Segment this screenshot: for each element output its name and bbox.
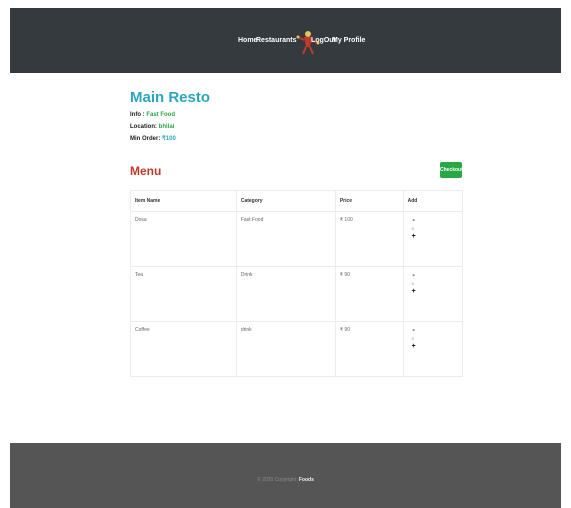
column-header-add: Add xyxy=(402,190,464,212)
quantity-stepper: - 0 + xyxy=(408,327,462,351)
copyright-text: © 2020 Copyright: xyxy=(257,477,298,483)
quantity-stepper: - 0 + xyxy=(408,217,462,241)
item-add-cell: - 0 + xyxy=(402,321,464,377)
column-header-category: Category xyxy=(235,190,336,212)
quantity-stepper: - 0 + xyxy=(408,272,462,296)
item-price-cell: ₹ 100 xyxy=(334,211,404,267)
table-row: Tea Drink ₹ 90 - 0 + xyxy=(130,266,464,322)
table-row: Dosa Fast Food ₹ 100 - 0 + xyxy=(130,211,464,267)
page: Home Restaurants LogOut My Profile Main … xyxy=(0,0,571,508)
item-price-cell: ₹ 90 xyxy=(334,266,404,322)
menu-heading: Menu xyxy=(130,164,162,178)
column-header-item-name: Item Name xyxy=(130,190,237,212)
nav-bar: Home Restaurants LogOut My Profile xyxy=(10,8,561,73)
increment-button[interactable]: + xyxy=(410,343,418,351)
min-order-label: Min Order: xyxy=(130,136,161,142)
nav-profile-link[interactable]: My Profile xyxy=(332,37,365,45)
restaurant-min-order: Min Order: ₹100 xyxy=(130,135,176,143)
quantity-value: 0 xyxy=(411,336,414,341)
footer: © 2020 Copyright: Foods xyxy=(10,443,561,508)
footer-copyright: © 2020 Copyright: Foods xyxy=(10,476,561,484)
min-order-value: ₹100 xyxy=(162,136,176,142)
menu-table: Item Name Category Price Add Dosa Fast F… xyxy=(130,190,464,377)
nav-home-link[interactable]: Home xyxy=(238,37,257,45)
table-header-row: Item Name Category Price Add xyxy=(130,190,464,212)
item-name-cell: Dosa xyxy=(130,211,237,267)
info-value: Fast Food xyxy=(146,112,176,118)
info-label: Info : xyxy=(130,112,145,118)
item-category-cell: Fast Food xyxy=(235,211,336,267)
nav-restaurants-link[interactable]: Restaurants xyxy=(256,37,296,45)
item-add-cell: - 0 + xyxy=(402,211,464,267)
quantity-value: 0 xyxy=(411,226,414,231)
footer-brand-link[interactable]: Foods xyxy=(299,477,314,483)
item-category-cell: drink xyxy=(235,321,336,377)
increment-button[interactable]: + xyxy=(410,233,418,241)
item-price-cell: ₹ 90 xyxy=(334,321,404,377)
increment-button[interactable]: + xyxy=(410,288,418,296)
restaurant-info: Info : Fast Food xyxy=(130,111,175,119)
quantity-value: 0 xyxy=(411,281,414,286)
decrement-button[interactable]: - xyxy=(410,327,418,335)
item-name-cell: Tea xyxy=(130,266,237,322)
item-add-cell: - 0 + xyxy=(402,266,464,322)
item-category-cell: Drink xyxy=(235,266,336,322)
location-value: bhilai xyxy=(158,124,175,130)
decrement-button[interactable]: - xyxy=(410,217,418,225)
table-row: Coffee drink ₹ 90 - 0 + xyxy=(130,321,464,377)
decrement-button[interactable]: - xyxy=(410,272,418,280)
checkout-button[interactable]: Checkout xyxy=(440,162,463,178)
header-navbar: Home Restaurants LogOut My Profile xyxy=(10,8,561,73)
item-name-cell: Coffee xyxy=(130,321,237,377)
column-header-price: Price xyxy=(334,190,404,212)
restaurant-title: Main Resto xyxy=(130,89,211,106)
restaurant-location: Location: bhilai xyxy=(130,123,174,131)
location-label: Location: xyxy=(130,124,157,130)
